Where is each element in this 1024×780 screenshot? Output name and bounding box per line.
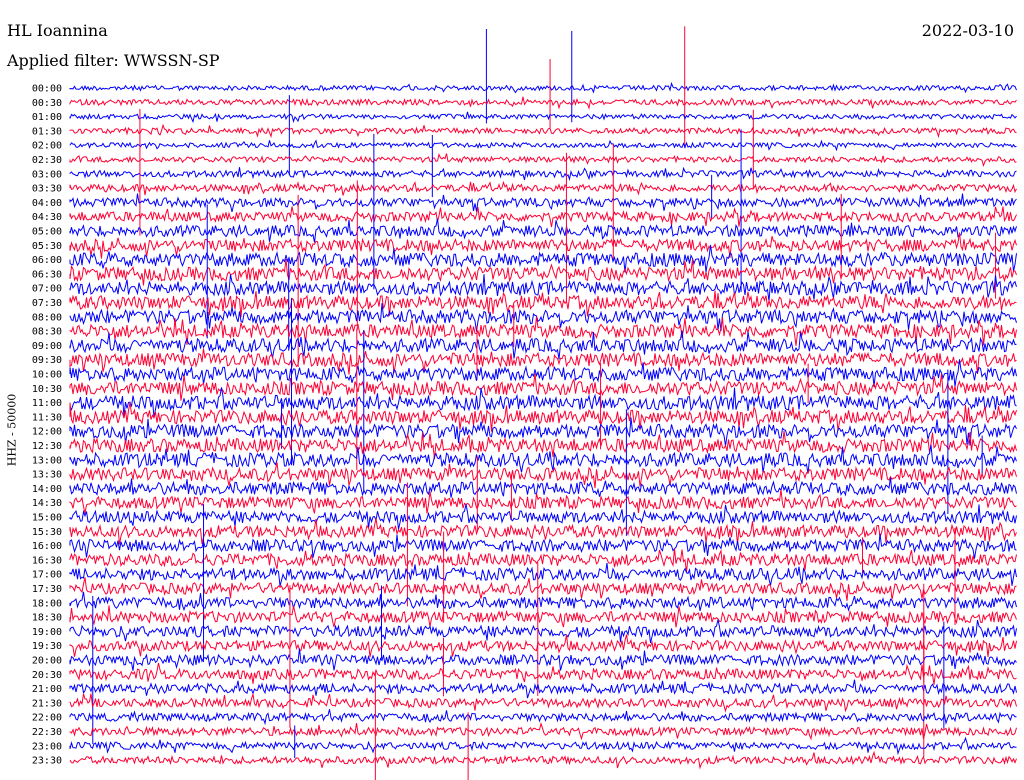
trace-row [69,193,1017,213]
trace-row [69,359,1017,387]
row-time-label: 14:30 [32,498,62,509]
row-time-label: 02:00 [32,141,62,152]
trace-row [69,736,1017,756]
row-time-label: 00:30 [32,98,62,109]
row-time-label: 04:00 [32,198,62,209]
trace-row [69,290,1017,318]
row-time-label: 10:30 [32,384,62,395]
row-time-label: 11:30 [32,412,62,423]
row-time-label: 05:30 [32,241,62,252]
trace-row [69,139,1017,152]
row-time-label: 06:30 [32,269,62,280]
row-time-label: 14:00 [32,484,62,495]
row-time-label: 10:00 [32,370,62,381]
row-time-label: 08:00 [32,312,62,323]
row-time-label: 12:30 [32,441,62,452]
row-time-label: 19:00 [32,627,62,638]
trace-row [69,180,1017,196]
trace-row [69,662,1017,685]
row-time-label: 06:00 [32,255,62,266]
row-time-label: 23:30 [32,756,62,767]
trace-row [69,577,1017,601]
trace-row [69,111,1017,124]
trace-row [69,750,1017,770]
trace-row [69,648,1017,671]
row-time-label: 20:30 [32,670,62,681]
trace-row [69,605,1017,628]
row-time-label: 15:00 [32,513,62,524]
row-time-label: 20:00 [32,656,62,667]
row-time-label: 01:30 [32,126,62,137]
row-time-label: 12:00 [32,427,62,438]
row-time-label: 01:00 [32,112,62,123]
trace-row [69,709,1017,726]
row-time-label: 18:30 [32,613,62,624]
trace-row [69,259,1017,286]
row-time-label: 17:30 [32,584,62,595]
trace-row [69,462,1017,489]
trace-row [69,562,1017,587]
row-time-label: 22:00 [32,713,62,724]
trace-row [69,679,1017,699]
trace-row [69,533,1017,559]
row-time-label: 15:30 [32,527,62,538]
row-time-label: 13:30 [32,470,62,481]
row-time-label: 03:30 [32,184,62,195]
trace-row [69,348,1017,375]
trace-row [69,81,1017,94]
trace-row [69,634,1017,658]
row-time-label: 08:30 [32,327,62,338]
row-time-label: 16:00 [32,541,62,552]
row-time-label: 07:30 [32,298,62,309]
row-time-label: 05:00 [32,227,62,238]
row-time-label: 19:30 [32,641,62,652]
row-time-label: 00:00 [32,84,62,95]
row-time-label: 17:00 [32,570,62,581]
row-time-label: 22:30 [32,727,62,738]
trace-row [69,402,1017,432]
trace-row [69,477,1017,498]
row-time-label: 21:00 [32,684,62,695]
trace-row [69,96,1017,110]
trace-row [69,591,1017,612]
trace-row [69,152,1017,168]
trace-row [69,166,1017,182]
trace-row [69,619,1017,644]
row-time-label: 21:30 [32,698,62,709]
row-time-label: 04:30 [32,212,62,223]
row-time-label: 03:00 [32,169,62,180]
row-time-label: 02:30 [32,155,62,166]
row-time-label: 11:00 [32,398,62,409]
trace-row [69,693,1017,713]
trace-row [69,218,1017,243]
row-time-label: 09:30 [32,355,62,366]
trace-row [69,548,1017,573]
row-time-label: 18:00 [32,598,62,609]
trace-row [69,721,1017,741]
row-time-label: 09:00 [32,341,62,352]
row-time-label: 23:00 [32,741,62,752]
helicorder-plot: 00:00 00:30 01:00 01:30 02:00 02:30 03:00 03:30… [32,26,1017,780]
row-time-label: 07:00 [32,284,62,295]
trace-row [69,123,1017,139]
row-time-label: 16:30 [32,555,62,566]
row-time-label: 13:00 [32,455,62,466]
trace-row [69,504,1017,530]
trace-row [69,206,1017,228]
